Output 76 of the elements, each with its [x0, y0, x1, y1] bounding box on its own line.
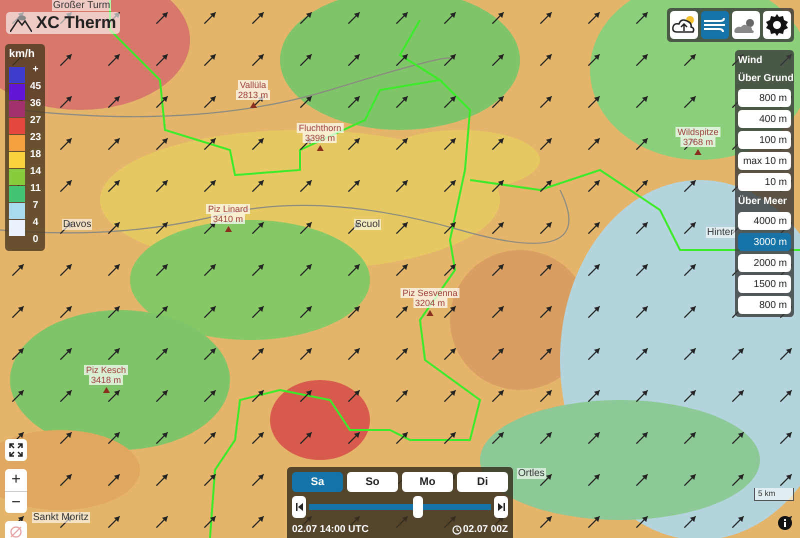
altitude-option[interactable]: 800 m — [738, 89, 791, 107]
legend-label: 0 — [32, 233, 38, 247]
day-tab[interactable]: Mo — [402, 472, 453, 492]
altitude-option[interactable]: 100 m — [738, 131, 791, 149]
app-title: XC Therm — [36, 13, 116, 33]
peak-label: Wildspitze — [676, 127, 720, 137]
altitude-option[interactable]: max 10 m — [738, 152, 791, 170]
skip-forward-icon — [498, 503, 504, 511]
skip-back-button[interactable] — [292, 496, 306, 518]
place-label: Scuol — [354, 219, 382, 230]
peak-elevation: 3410 m — [210, 214, 246, 224]
altitude-option[interactable]: 4000 m — [738, 212, 791, 230]
group-heading: Über Meer — [738, 194, 788, 209]
clock-icon — [452, 524, 462, 534]
legend-label: 23 — [30, 131, 42, 145]
peak-icon — [224, 226, 232, 232]
peak-label: Fluchthorn — [296, 123, 344, 133]
peak-elevation: 2813 m — [236, 90, 270, 100]
peak-elevation: 3398 m — [302, 133, 338, 143]
skip-back-icon — [296, 503, 302, 511]
place-label: Davos — [62, 219, 92, 230]
settings-icon — [765, 13, 789, 37]
expand-icon — [9, 443, 23, 457]
legend-label: 14 — [30, 165, 42, 179]
zoom-in-button[interactable]: + — [5, 469, 27, 491]
panel-title: Wind — [738, 54, 764, 68]
day-tab[interactable]: Sa — [292, 472, 343, 492]
place-label: Ortles — [517, 468, 546, 479]
peak-label: Piz Sesvenna — [400, 288, 460, 298]
peak-icon — [426, 310, 434, 316]
peak-icon — [694, 149, 702, 155]
legend-label: 7 — [32, 199, 38, 213]
group-heading: Über Grund — [738, 72, 791, 86]
day-tab[interactable]: Di — [457, 472, 508, 492]
legend-label: 4 — [32, 216, 38, 230]
altitude-option[interactable]: 3000 m — [738, 233, 791, 251]
peak-elevation: 3418 m — [88, 375, 124, 385]
peak-icon — [316, 145, 324, 151]
layer-button[interactable] — [701, 11, 729, 39]
peak-icon — [102, 387, 110, 393]
altitude-option[interactable]: 1500 m — [738, 275, 791, 293]
wind-icon — [702, 15, 728, 35]
location-off-icon — [9, 525, 23, 538]
peak-label: Vallüla — [238, 80, 268, 90]
peak-icon — [250, 102, 256, 108]
legend-label: 11 — [30, 182, 41, 196]
layer-button[interactable] — [763, 11, 791, 39]
altitude-option[interactable]: 2000 m — [738, 254, 791, 272]
legend-label: 27 — [30, 114, 42, 128]
time-slider-thumb[interactable] — [413, 496, 424, 518]
scale-bar: 5 km — [754, 488, 794, 501]
forecast-time: 02.07 14:00 UTC — [292, 523, 369, 537]
altitude-option[interactable]: 800 m — [738, 296, 791, 314]
mountain-cloud-icon — [10, 14, 32, 32]
place-label: Hinter — [706, 227, 735, 238]
place-label: Großer Turm — [52, 0, 112, 11]
legend-label: 45 — [30, 80, 42, 94]
legend-label: 18 — [30, 148, 42, 162]
place-label: Sankt Moritz — [32, 512, 90, 523]
zoom-out-button[interactable]: − — [5, 491, 27, 513]
day-tab[interactable]: So — [347, 472, 398, 492]
peak-label: Piz Kesch — [84, 365, 128, 375]
legend-label: + — [32, 63, 38, 77]
cloud-sun-icon — [671, 14, 697, 36]
peak-elevation: 3768 m — [680, 137, 715, 147]
fullscreen-button[interactable] — [5, 439, 27, 461]
peak-elevation: 3204 m — [412, 298, 447, 308]
legend-label: 36 — [30, 97, 42, 111]
altitude-option[interactable]: 10 m — [738, 173, 791, 191]
model-run-time: 02.07 00Z — [462, 523, 508, 537]
legend-unit: km/h — [9, 47, 36, 61]
skip-forward-button[interactable] — [494, 496, 508, 518]
info-icon[interactable] — [778, 516, 792, 530]
layer-button[interactable] — [670, 11, 698, 39]
peak-label: Piz Linard — [206, 204, 250, 214]
altitude-option[interactable]: 400 m — [738, 110, 791, 128]
